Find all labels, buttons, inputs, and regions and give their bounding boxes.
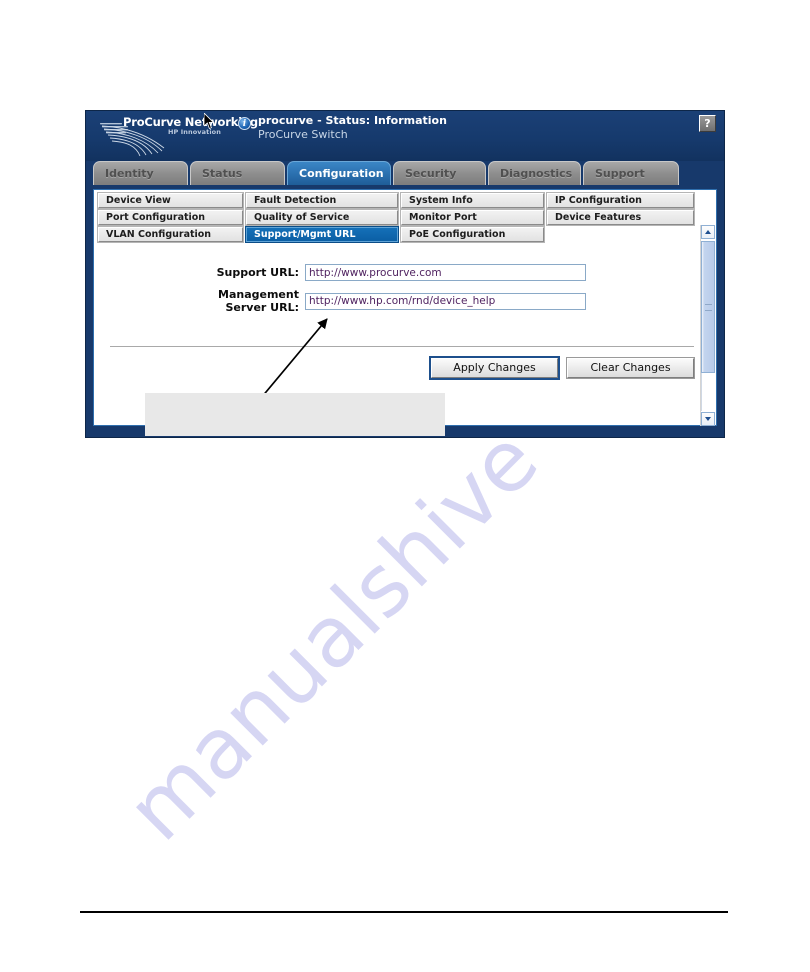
subnav-button-grid: Device View Fault Detection System Info IP … xyxy=(94,190,716,246)
tab-diagnostics[interactable]: Diagnostics xyxy=(488,161,581,185)
subnav-device-view[interactable]: Device View xyxy=(98,193,243,208)
support-url-input[interactable] xyxy=(305,264,586,281)
tab-configuration[interactable]: Configuration xyxy=(287,161,391,185)
vertical-scrollbar[interactable] xyxy=(700,225,715,426)
subnav-ip-configuration[interactable]: IP Configuration xyxy=(547,193,694,208)
tab-identity[interactable]: Identity xyxy=(93,161,188,185)
support-url-label: Support URL: xyxy=(216,266,299,279)
mgmt-url-input[interactable] xyxy=(305,292,586,310)
subnav-system-info[interactable]: System Info xyxy=(401,193,544,208)
form-divider xyxy=(110,346,694,347)
subnav-device-features[interactable]: Device Features xyxy=(547,210,694,225)
subnav-quality-of-service[interactable]: Quality of Service xyxy=(246,210,398,225)
chevron-down-icon[interactable] xyxy=(701,412,715,426)
clear-changes-button[interactable]: Clear Changes xyxy=(567,358,694,378)
watermark-text: manualshive xyxy=(108,410,557,860)
scrollbar-thumb[interactable] xyxy=(701,241,715,373)
mgmt-url-label: Management Server URL: xyxy=(94,288,305,314)
subnav-row: VLAN Configuration Support/Mgmt URL PoE Co… xyxy=(98,227,714,242)
subnav-vlan-configuration[interactable]: VLAN Configuration xyxy=(98,227,243,242)
apply-changes-button[interactable]: Apply Changes xyxy=(431,358,558,378)
subnav-poe-configuration[interactable]: PoE Configuration xyxy=(401,227,544,242)
app-header: ProCurve Networking HP Innovation i proc… xyxy=(86,111,724,161)
mgmt-url-row: Management Server URL: xyxy=(94,288,680,314)
support-mgmt-url-form: Support URL: Management Server URL: Appl… xyxy=(94,246,716,416)
procurve-web-interface-window: ProCurve Networking HP Innovation i proc… xyxy=(85,110,725,438)
chevron-up-icon[interactable] xyxy=(701,225,715,239)
tab-security[interactable]: Security xyxy=(393,161,486,185)
mgmt-url-label-line1: Management xyxy=(218,288,299,301)
footer-link[interactable]: rs xyxy=(384,392,394,404)
mouse-pointer-icon xyxy=(204,113,215,130)
main-tab-strip: Identity Status Configuration Security Diagn… xyxy=(88,161,722,185)
subnav-port-configuration[interactable]: Port Configuration xyxy=(98,210,243,225)
form-button-bar: Apply Changes Clear Changes xyxy=(94,358,694,378)
subnav-support-mgmt-url[interactable]: Support/Mgmt URL xyxy=(246,227,398,242)
tab-status[interactable]: Status xyxy=(190,161,285,185)
help-button[interactable]: ? xyxy=(699,115,716,132)
info-icon: i xyxy=(238,117,251,130)
window-title: procurve - Status: Information xyxy=(258,114,447,127)
content-card: Device View Fault Detection System Info IP … xyxy=(93,189,717,426)
subnav-row: Port Configuration Quality of Service Moni… xyxy=(98,210,714,225)
subnav-monitor-port[interactable]: Monitor Port xyxy=(401,210,544,225)
scrollbar-grip xyxy=(705,304,712,311)
subnav-fault-detection[interactable]: Fault Detection xyxy=(246,193,398,208)
page-horizontal-rule xyxy=(80,911,728,913)
window-subtitle: ProCurve Switch xyxy=(258,128,348,141)
tab-support[interactable]: Support xyxy=(583,161,679,185)
support-url-row: Support URL: xyxy=(94,264,680,281)
subnav-spacer xyxy=(547,227,694,242)
mgmt-url-label-line2: Server URL: xyxy=(225,301,299,314)
scrollbar-track[interactable] xyxy=(701,373,715,411)
subnav-row: Device View Fault Detection System Info IP … xyxy=(98,193,714,208)
